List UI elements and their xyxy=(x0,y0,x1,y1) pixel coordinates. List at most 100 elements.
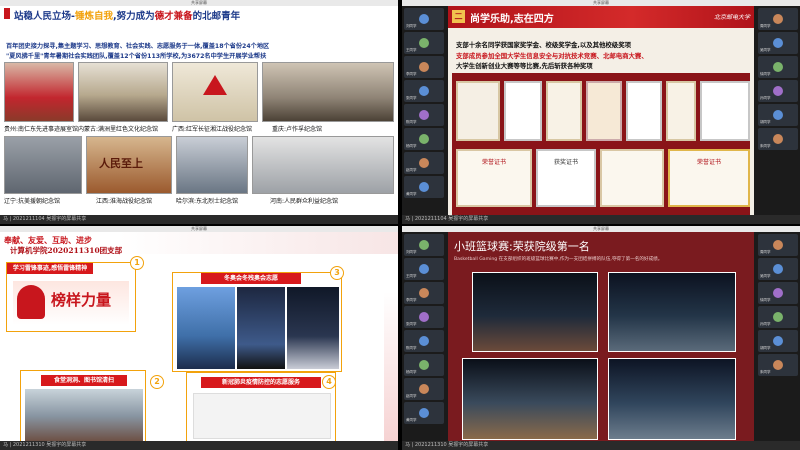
participant-tile[interactable]: 朱同学 xyxy=(758,128,798,150)
certificate xyxy=(666,81,696,141)
participant-tile[interactable]: 杨同学 xyxy=(404,354,444,376)
certificate xyxy=(546,81,582,141)
participant-tile[interactable]: 陈同学 xyxy=(404,104,444,126)
photo-team-4 xyxy=(608,358,736,440)
avatar xyxy=(419,240,429,250)
participant-tile[interactable]: 吴同学 xyxy=(758,258,798,280)
certificate xyxy=(586,81,622,141)
participant-tile[interactable]: 李同学 xyxy=(404,56,444,78)
participant-tile[interactable]: 胡同学 xyxy=(758,330,798,352)
avatar xyxy=(419,182,429,192)
slide-header: 奉献、友爱、互助、进步 计算机学院2020211310团支部 xyxy=(0,232,398,255)
photo-harbin xyxy=(176,136,248,194)
share-panel-4[interactable]: 共享屏幕 刘同学 王同学 李同学 张同学 陈同学 杨同学 赵同学 黄同学 小班篮… xyxy=(402,226,800,450)
avatar xyxy=(773,86,783,96)
slide-title: 小班篮球赛:荣获院级第一名 xyxy=(454,240,590,253)
avatar xyxy=(773,38,783,48)
photo-guizhou xyxy=(4,62,74,122)
participant-tile[interactable]: 徐同学 xyxy=(758,56,798,78)
participant-tile[interactable]: 孙同学 xyxy=(758,306,798,328)
slide-title: 站稳人民立场-锤炼自我,努力成为德才兼备的北邮青年 xyxy=(14,11,241,22)
certificate: 获奖证书 xyxy=(536,149,596,207)
avatar xyxy=(419,134,429,144)
participant-tile[interactable]: 徐同学 xyxy=(758,282,798,304)
participant-tile[interactable]: 张同学 xyxy=(404,306,444,328)
step-number: 2 xyxy=(150,375,164,389)
share-footer: 马 | 2021211310 吴振宇的屏幕共享 xyxy=(402,441,800,450)
participant-tile[interactable]: 朱同学 xyxy=(758,354,798,376)
share-panel-3[interactable]: 共享屏幕 奉献、友爱、互助、进步 计算机学院2020211310团支部 学习雷锋… xyxy=(0,226,398,450)
avatar xyxy=(773,110,783,120)
share-footer: 马 | 2021211310 吴振宇的屏幕共享 xyxy=(0,441,398,450)
participant-tile[interactable]: 刘同学 xyxy=(404,8,444,30)
avatar xyxy=(419,384,429,394)
avatar xyxy=(419,86,429,96)
photo-henan xyxy=(252,136,394,194)
photo-guangxi xyxy=(172,62,258,122)
bullet-line-1: 支部十余名同学获国家奖学金、校级奖学金,以及其他校级奖项 xyxy=(456,41,631,49)
share-footer: 马 | 2021211104 吴振宇的屏幕共享 xyxy=(402,215,800,224)
participant-tile[interactable]: 刘同学 xyxy=(404,234,444,256)
participant-tile[interactable]: 周同学 xyxy=(758,8,798,30)
slide-subtitle: Basketball Gaming 在支部组织的班级篮球比赛中,作为一支团结拼搏… xyxy=(454,257,663,262)
activity-box-2: 食堂洞洞、图书馆清扫 xyxy=(20,370,146,441)
caption-2: 内蒙古:满洲里红色文化纪念馆 xyxy=(78,126,159,133)
avatar xyxy=(773,14,783,24)
participant-tile[interactable]: 张同学 xyxy=(404,80,444,102)
box-image: 榜样力量 xyxy=(13,281,129,325)
participant-tile[interactable]: 王同学 xyxy=(404,32,444,54)
certificate: 荣誉证书 xyxy=(456,149,532,207)
certificate xyxy=(456,81,500,141)
caption-8: 河南:人民群众利益纪念馆 xyxy=(270,198,339,205)
participant-tile[interactable]: 王同学 xyxy=(404,258,444,280)
participant-strip-right[interactable]: 周同学 吴同学 徐同学 孙同学 胡同学 朱同学 xyxy=(756,232,800,441)
participant-strip-right[interactable]: 周同学 吴同学 徐同学 孙同学 胡同学 朱同学 xyxy=(756,6,800,215)
participant-tile[interactable]: 陈同学 xyxy=(404,330,444,352)
certificate xyxy=(626,81,662,141)
participant-tile[interactable]: 李同学 xyxy=(404,282,444,304)
box-heading: 食堂洞洞、图书馆清扫 xyxy=(41,375,127,386)
participant-tile[interactable]: 黄同学 xyxy=(404,402,444,424)
participant-tile[interactable]: 赵同学 xyxy=(404,152,444,174)
participant-strip-left[interactable]: 刘同学 王同学 李同学 张同学 陈同学 杨同学 赵同学 黄同学 xyxy=(402,232,446,441)
avatar xyxy=(773,62,783,72)
caption-6: 江西:淮海战役纪念馆 xyxy=(96,198,153,205)
participant-strip-left[interactable]: 刘同学 王同学 李同学 张同学 陈同学 杨同学 赵同学 黄同学 xyxy=(402,6,446,215)
slide-1: 站稳人民立场-锤炼自我,努力成为德才兼备的北邮青年 百年团史接力探寻,集主题学习… xyxy=(0,6,398,215)
slide-header: 二 尚学乐助,志在四方 北京邮电大学 xyxy=(448,6,754,28)
participant-tile[interactable]: 杨同学 xyxy=(404,128,444,150)
participant-tile[interactable]: 周同学 xyxy=(758,234,798,256)
branch-title: 计算机学院2020211310团支部 xyxy=(10,246,123,255)
slide-4: 小班篮球赛:荣获院级第一名 Basketball Gaming 在支部组织的班级… xyxy=(448,232,754,441)
step-number: 3 xyxy=(330,266,344,280)
box-image xyxy=(237,287,285,369)
participant-tile[interactable]: 赵同学 xyxy=(404,378,444,400)
share-panel-1[interactable]: 共享屏幕 站稳人民立场-锤炼自我,努力成为德才兼备的北邮青年 百年团史接力探寻,… xyxy=(0,0,398,224)
share-panel-2[interactable]: 共享屏幕 刘同学 王同学 李同学 张同学 陈同学 杨同学 赵同学 黄同学 二 尚… xyxy=(402,0,800,224)
certificate-wall: 荣誉证书 获奖证书 荣誉证书 xyxy=(452,73,750,215)
box-image xyxy=(193,393,331,439)
box-heading: 学习雷锋事迹,感悟雷锋精神 xyxy=(7,263,93,274)
avatar xyxy=(773,288,783,298)
participant-tile[interactable]: 黄同学 xyxy=(404,176,444,198)
participant-tile[interactable]: 吴同学 xyxy=(758,32,798,54)
avatar xyxy=(419,336,429,346)
participant-tile[interactable]: 孙同学 xyxy=(758,80,798,102)
participant-tile[interactable]: 胡同学 xyxy=(758,104,798,126)
photo-jiangxi: 人民至上 xyxy=(86,136,172,194)
avatar xyxy=(419,288,429,298)
avatar xyxy=(773,312,783,322)
avatar xyxy=(419,360,429,370)
bullet-line-1: 百年团史接力探寻,集主题学习、思想教育、社会实践、志愿服务于一体,覆盖18个省份… xyxy=(6,43,270,50)
photo-liaoning xyxy=(4,136,82,194)
avatar xyxy=(419,14,429,24)
caption-7: 哈尔滨:东北烈士纪念馆 xyxy=(176,198,239,205)
avatar xyxy=(773,240,783,250)
avatar xyxy=(773,134,783,144)
photo-neimenggu xyxy=(78,62,168,122)
box-image xyxy=(177,287,235,369)
bullet-line-2: "夏风拂千里"青年暑期社会实践团队,覆盖12个省份113所学校,为3672名中学… xyxy=(6,53,267,60)
avatar xyxy=(419,158,429,168)
section-badge: 二 xyxy=(452,10,465,23)
title-accent xyxy=(4,8,10,19)
